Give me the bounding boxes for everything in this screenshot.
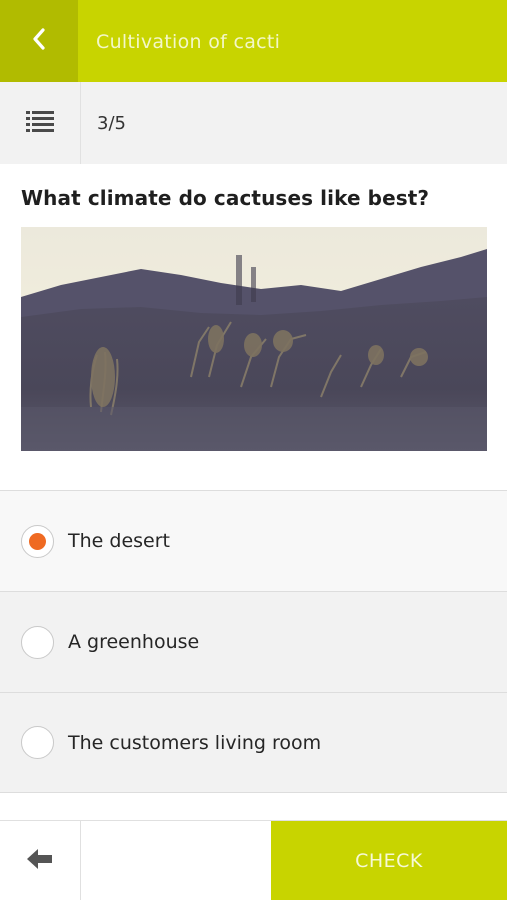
back-button[interactable] — [0, 0, 78, 82]
radio-button[interactable] — [21, 726, 54, 759]
check-button[interactable]: CHECK — [271, 821, 507, 900]
list-icon — [26, 110, 54, 136]
arrow-left-icon — [27, 849, 53, 873]
previous-question-button[interactable] — [0, 821, 81, 900]
answer-option-desert[interactable]: The desert — [0, 490, 507, 591]
chevron-left-icon — [31, 28, 47, 54]
question-image — [21, 227, 487, 451]
footer-bar: CHECK — [0, 820, 507, 900]
question-text: What climate do cactuses like best? — [21, 186, 430, 210]
question-counter: 3/5 — [97, 113, 126, 134]
answer-label: The desert — [68, 530, 170, 552]
radio-button[interactable] — [21, 625, 54, 659]
radio-selected-dot — [29, 532, 46, 550]
app-header: Cultivation of cacti — [0, 0, 507, 82]
answer-label: The customers living room — [68, 731, 322, 754]
answer-option-greenhouse[interactable]: A greenhouse — [0, 591, 507, 692]
radio-button-selected[interactable] — [21, 524, 54, 558]
answer-list: The desert A greenhouse The customers li… — [0, 490, 507, 793]
answer-option-living-room[interactable]: The customers living room — [0, 692, 507, 793]
page-title: Cultivation of cacti — [96, 31, 281, 53]
question-list-button[interactable] — [0, 82, 81, 164]
answer-label: A greenhouse — [68, 631, 200, 653]
quiz-progress-bar: 3/5 — [0, 82, 507, 164]
